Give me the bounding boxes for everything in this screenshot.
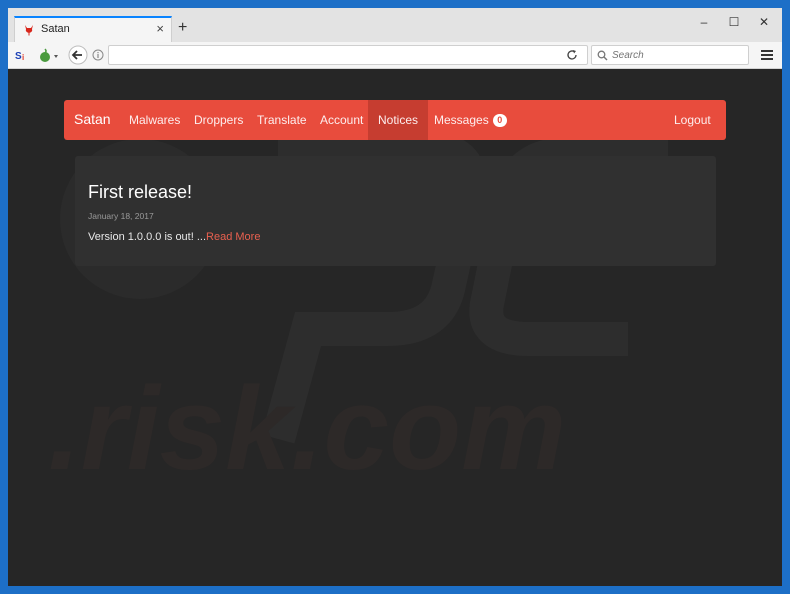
new-tab-icon[interactable]: + <box>178 20 187 36</box>
svg-text:S: S <box>15 51 22 62</box>
devil-favicon-icon <box>25 25 33 36</box>
nav-droppers[interactable]: Droppers <box>184 100 253 140</box>
notice-title: First release! <box>88 182 193 202</box>
browser-window: Satan × + – ☐ ✕ S i Search .risk.com Sat… <box>8 8 782 586</box>
url-bar[interactable] <box>108 45 588 65</box>
search-bar[interactable] <box>591 45 749 65</box>
notice-excerpt: Version 1.0.0.0 is out! ...Read More <box>88 231 260 243</box>
nav-malwares[interactable]: Malwares <box>119 100 190 140</box>
search-input[interactable] <box>612 48 742 62</box>
top-navbar: Satan Malwares Droppers Translate Accoun… <box>64 100 726 140</box>
messages-count-badge: 0 <box>492 114 507 127</box>
brand-link[interactable]: Satan <box>74 111 111 127</box>
nav-logout[interactable]: Logout <box>664 100 721 140</box>
reload-icon[interactable] <box>566 47 578 63</box>
nav-messages-label: Messages <box>434 113 489 127</box>
minimize-icon[interactable]: – <box>693 14 715 30</box>
nav-translate[interactable]: Translate <box>247 100 317 140</box>
tab-title: Satan <box>41 23 70 35</box>
notice-date: January 18, 2017 <box>88 211 154 221</box>
nav-messages[interactable]: Messages 0 <box>424 100 517 140</box>
tab-close-icon[interactable]: × <box>156 21 164 36</box>
search-icon <box>597 50 608 61</box>
browser-tab[interactable]: Satan × <box>14 16 172 42</box>
notice-card: First release! January 18, 2017 Version … <box>75 156 716 266</box>
hamburger-menu-icon[interactable] <box>760 47 774 63</box>
nav-notices[interactable]: Notices <box>368 100 429 140</box>
svg-text:.risk.com: .risk.com <box>48 363 566 495</box>
close-window-icon[interactable]: ✕ <box>753 14 775 30</box>
nav-account[interactable]: Account <box>310 100 373 140</box>
pcrisk-watermark: .risk.com <box>48 132 668 495</box>
page-content: .risk.com Satan Malwares Droppers Transl… <box>8 69 782 586</box>
onion-extension-icon[interactable] <box>38 47 60 63</box>
maximize-icon[interactable]: ☐ <box>723 14 745 30</box>
svg-text:i: i <box>22 53 24 62</box>
back-arrow-icon[interactable] <box>68 45 88 65</box>
navigation-toolbar: S i <box>8 42 782 69</box>
addon-s-icon[interactable]: S i <box>14 47 30 63</box>
site-info-icon[interactable] <box>92 47 104 63</box>
notice-excerpt-text: Version 1.0.0.0 is out! ... <box>88 231 207 243</box>
title-bar: Satan × + – ☐ ✕ <box>8 8 782 42</box>
read-more-link[interactable]: Read More <box>206 231 260 243</box>
